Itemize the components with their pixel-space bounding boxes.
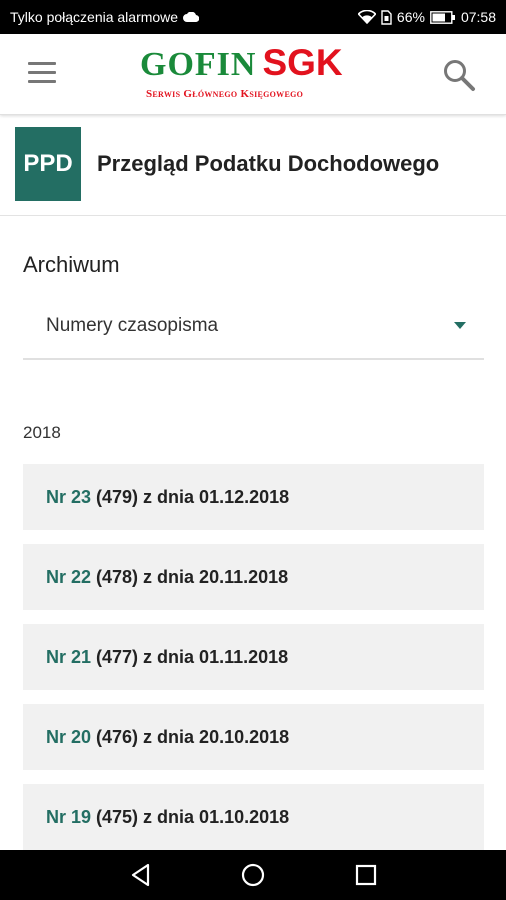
issue-detail: (478) z dnia 20.11.2018 [96,566,289,587]
home-circle-icon[interactable] [240,862,266,888]
status-right: 66% 07:58 [357,9,496,25]
logo-sgk-text: SGK [262,42,343,83]
issue-number: Nr 21 [46,646,92,667]
issue-item[interactable]: Nr 23 (479) z dnia 01.12.2018 [23,464,484,530]
logo-main: GOFIN SGK [140,42,343,84]
app-bar: GOFIN SGK Serwis Głównego Księgowego [0,34,506,115]
archive-type-dropdown[interactable]: Numery czasopisma [23,300,484,360]
clock: 07:58 [460,9,496,25]
magazine-badge: PPD [15,127,81,201]
system-nav-bar [0,850,506,900]
issue-item[interactable]: Nr 19 (475) z dnia 01.10.2018 [23,784,484,850]
search-icon[interactable] [442,58,476,92]
gofin-sgk-logo[interactable]: GOFIN SGK Serwis Głównego Księgowego [140,40,370,106]
battery-percent: 66% [396,9,425,25]
issue-detail: (476) z dnia 20.10.2018 [96,726,290,747]
year-label: 2018 [23,423,61,442]
logo-subtitle: Serwis Głównego Księgowego [146,88,304,100]
status-bar: Tylko połączenia alarmowe 66% 07:58 [0,0,506,34]
status-left: Tylko połączenia alarmowe [10,9,200,25]
issue-detail: (479) z dnia 01.12.2018 [96,486,290,507]
issue-detail: (475) z dnia 01.10.2018 [96,806,290,827]
wifi-icon [357,10,376,24]
magazine-title: Przegląd Podatku Dochodowego [97,151,440,176]
issue-item[interactable]: Nr 22 (478) z dnia 20.11.2018 [23,544,484,610]
issue-number: Nr 19 [46,806,92,827]
carrier-text: Tylko połączenia alarmowe [10,9,179,25]
issue-number: Nr 23 [46,486,92,507]
dropdown-arrow-icon [454,322,466,329]
magazine-header: PPD Przegląd Podatku Dochodowego [0,115,506,216]
issue-list: Nr 23 (479) z dnia 01.12.2018 Nr 22 (478… [23,464,484,864]
issue-item[interactable]: Nr 21 (477) z dnia 01.11.2018 [23,624,484,690]
issue-number: Nr 20 [46,726,92,747]
dropdown-selected-value: Numery czasopisma [46,315,219,336]
recents-square-icon[interactable] [353,862,379,888]
hamburger-menu-icon[interactable] [28,62,56,84]
logo-gofin-text: GOFIN [140,46,257,83]
battery-icon [430,10,455,24]
back-triangle-icon[interactable] [128,862,154,888]
issue-number: Nr 22 [46,566,92,587]
cloud-icon [183,12,200,22]
issue-detail: (477) z dnia 01.11.2018 [96,646,289,667]
sim-icon [381,9,392,25]
archive-heading: Archiwum [23,252,120,277]
issue-item[interactable]: Nr 20 (476) z dnia 20.10.2018 [23,704,484,770]
